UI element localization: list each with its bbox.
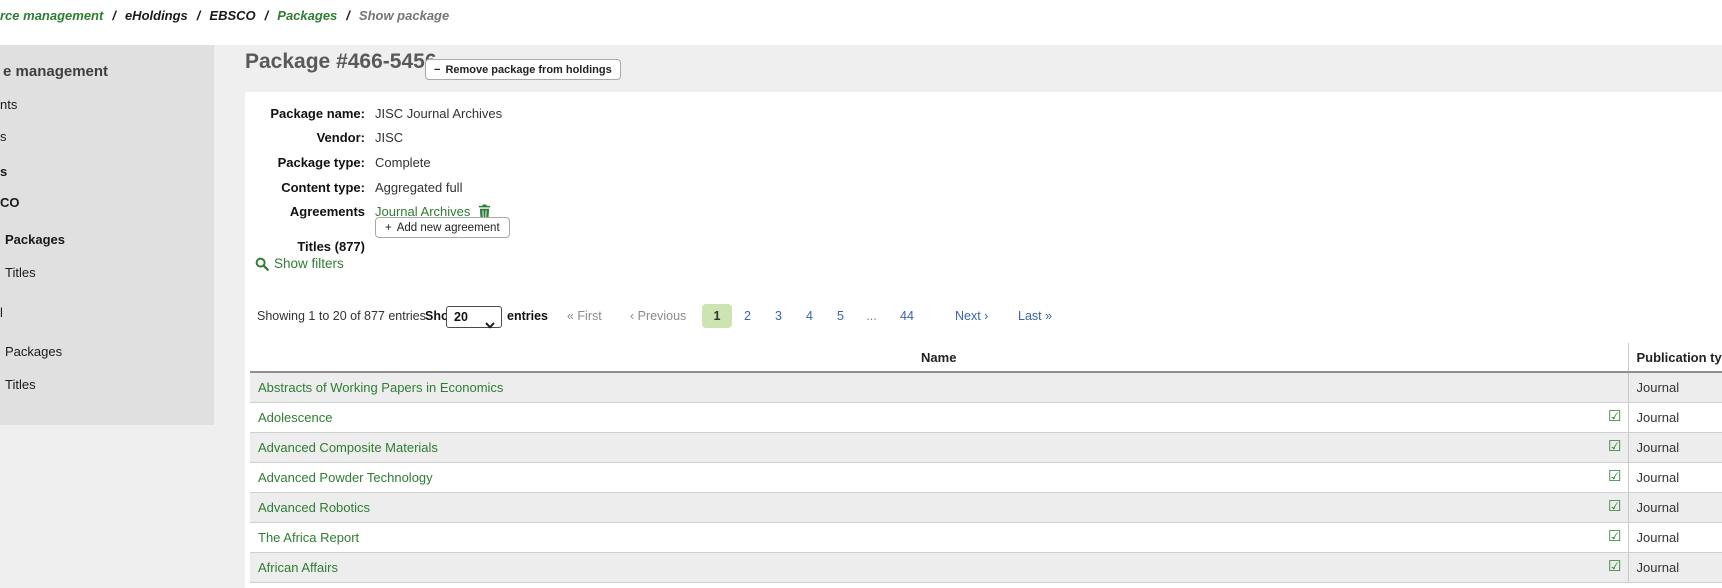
plus-icon: + <box>385 222 392 234</box>
show-filters-label: Show filters <box>274 256 344 271</box>
sidebar-item-s[interactable]: s <box>0 129 7 144</box>
breadcrumb-link[interactable]: EBSCO <box>209 8 255 23</box>
detail-label: Package type: <box>245 155 365 170</box>
detail-label: Package name: <box>245 106 365 121</box>
pagination-page[interactable]: 44 <box>887 304 927 328</box>
entries-summary: Showing 1 to 20 of 877 entries <box>257 304 426 328</box>
pagination-next[interactable]: Next › <box>955 304 988 328</box>
breadcrumb-bar: rce management / eHoldings / EBSCO / Packages /… <box>0 0 1722 45</box>
selected-check-icon: ☑ <box>1608 469 1621 484</box>
publication-type-value: Journal <box>1628 372 1722 402</box>
breadcrumb-separator: / <box>346 8 350 23</box>
sidebar-item-co[interactable]: CO <box>0 195 20 210</box>
minus-icon: − <box>434 64 440 76</box>
detail-row: Package type: Complete <box>245 150 502 175</box>
title-link[interactable]: Advanced Composite Materials <box>258 440 438 455</box>
detail-value: JISC Journal Archives <box>375 106 502 121</box>
page-size-select[interactable]: 20 <box>446 306 502 328</box>
table-row: Adolescence ☑ Journal <box>250 402 1722 432</box>
breadcrumb-link[interactable]: eHoldings <box>125 8 188 23</box>
detail-label: Content type: <box>245 180 365 195</box>
selected-check-icon: ☑ <box>1608 439 1621 454</box>
page-size-select-wrap: 20 <box>446 305 502 327</box>
sidebar-item-l[interactable]: l <box>0 305 3 320</box>
title-link[interactable]: Advanced Robotics <box>258 500 370 515</box>
search-icon <box>255 257 269 271</box>
titles-count-label: Titles (877) <box>245 239 365 254</box>
pagination-page[interactable]: 4 <box>794 304 825 328</box>
title-link[interactable]: Advanced Powder Technology <box>258 470 433 485</box>
detail-value: JISC <box>375 130 403 145</box>
table-header-row: Name Publication type <box>250 343 1722 372</box>
table-row: Advanced Robotics ☑ Journal <box>250 492 1722 522</box>
sidebar-item-packages[interactable]: Packages <box>5 232 65 247</box>
pagination-page[interactable]: 3 <box>763 304 794 328</box>
show-filters-link[interactable]: Show filters <box>255 256 344 271</box>
pagination: Showing 1 to 20 of 877 entries Show 20 e… <box>245 304 1722 328</box>
selected-check-icon: ☑ <box>1608 409 1621 424</box>
pagination-ellipsis: ... <box>856 304 887 328</box>
publication-type-value: Journal <box>1628 432 1722 462</box>
detail-row: Vendor: JISC <box>245 126 502 151</box>
package-details: Package name: JISC Journal Archives Vendor… <box>245 101 502 224</box>
title-link[interactable]: African Affairs <box>258 560 338 575</box>
remove-package-label: Remove package from holdings <box>445 64 611 76</box>
pagination-last[interactable]: Last » <box>1018 304 1052 328</box>
sidebar-item-packages[interactable]: Packages <box>5 344 62 359</box>
title-link[interactable]: The Africa Report <box>258 530 359 545</box>
breadcrumb-link[interactable]: rce management <box>0 8 103 23</box>
title-link[interactable]: Adolescence <box>258 410 332 425</box>
detail-row: Package name: JISC Journal Archives <box>245 101 502 126</box>
content-panel: Package name: JISC Journal Archives Vendor… <box>245 92 1722 588</box>
breadcrumb-separator: / <box>197 8 201 23</box>
sidebar-item-s[interactable]: s <box>0 164 7 179</box>
sidebar-item-nts[interactable]: nts <box>0 97 17 112</box>
breadcrumb-separator: / <box>112 8 116 23</box>
selected-check-icon: ☑ <box>1608 499 1621 514</box>
detail-row: Content type: Aggregated full <box>245 175 502 200</box>
breadcrumb-link[interactable]: Packages <box>277 8 337 23</box>
pagination-previous: ‹ Previous <box>630 304 686 328</box>
show-package-page: { "colors": { "accent_green": "#2e7d32",… <box>0 0 1722 588</box>
page-title: Package #466-5456 <box>245 50 437 74</box>
publication-type-value: Journal <box>1628 552 1722 582</box>
agreements-label: Agreements <box>245 204 365 219</box>
table-row: African Affairs ☑ Journal <box>250 552 1722 582</box>
table-row: Abstracts of Working Papers in Economics… <box>250 372 1722 402</box>
remove-package-button[interactable]: − Remove package from holdings <box>425 59 621 80</box>
add-agreement-button[interactable]: + Add new agreement <box>375 217 510 238</box>
sidebar: e management nts s s CO Packages Titles l Packa… <box>0 45 214 425</box>
selected-check-icon: ☑ <box>1608 529 1621 544</box>
sidebar-item-titles[interactable]: Titles <box>5 377 36 392</box>
pagination-pages: 1 2345...44 <box>702 304 927 328</box>
detail-value: Aggregated full <box>375 180 462 195</box>
publication-type-value: Journal <box>1628 402 1722 432</box>
add-agreement-label: Add new agreement <box>397 222 500 234</box>
publication-type-value: Journal <box>1628 492 1722 522</box>
breadcrumb-separator: / <box>265 8 269 23</box>
selected-check-icon: ☑ <box>1608 559 1621 574</box>
pagination-page[interactable]: 5 <box>825 304 856 328</box>
title-link[interactable]: Abstracts of Working Papers in Economics <box>258 380 503 395</box>
entries-label: entries <box>507 304 548 328</box>
publication-type-value: Journal <box>1628 522 1722 552</box>
pagination-page-current[interactable]: 1 <box>702 304 732 328</box>
pagination-page[interactable]: 2 <box>732 304 763 328</box>
publication-type-value: Journal <box>1628 462 1722 492</box>
column-header-name[interactable]: Name <box>250 343 1628 372</box>
table-row: Advanced Composite Materials ☑ Journal <box>250 432 1722 462</box>
detail-value: Complete <box>375 155 431 170</box>
table-row: The Africa Report ☑ Journal <box>250 522 1722 552</box>
sidebar-item-titles[interactable]: Titles <box>5 265 36 280</box>
detail-label: Vendor: <box>245 130 365 145</box>
titles-table: Name Publication type Abstracts of Worki… <box>250 343 1722 583</box>
table-row: Advanced Powder Technology ☑ Journal <box>250 462 1722 492</box>
pagination-first: « First <box>567 304 602 328</box>
sidebar-heading[interactable]: e management <box>3 63 108 80</box>
breadcrumb-current: Show package <box>359 8 449 23</box>
column-header-publication-type[interactable]: Publication type <box>1628 343 1722 372</box>
breadcrumb: rce management / eHoldings / EBSCO / Packages /… <box>0 8 449 23</box>
